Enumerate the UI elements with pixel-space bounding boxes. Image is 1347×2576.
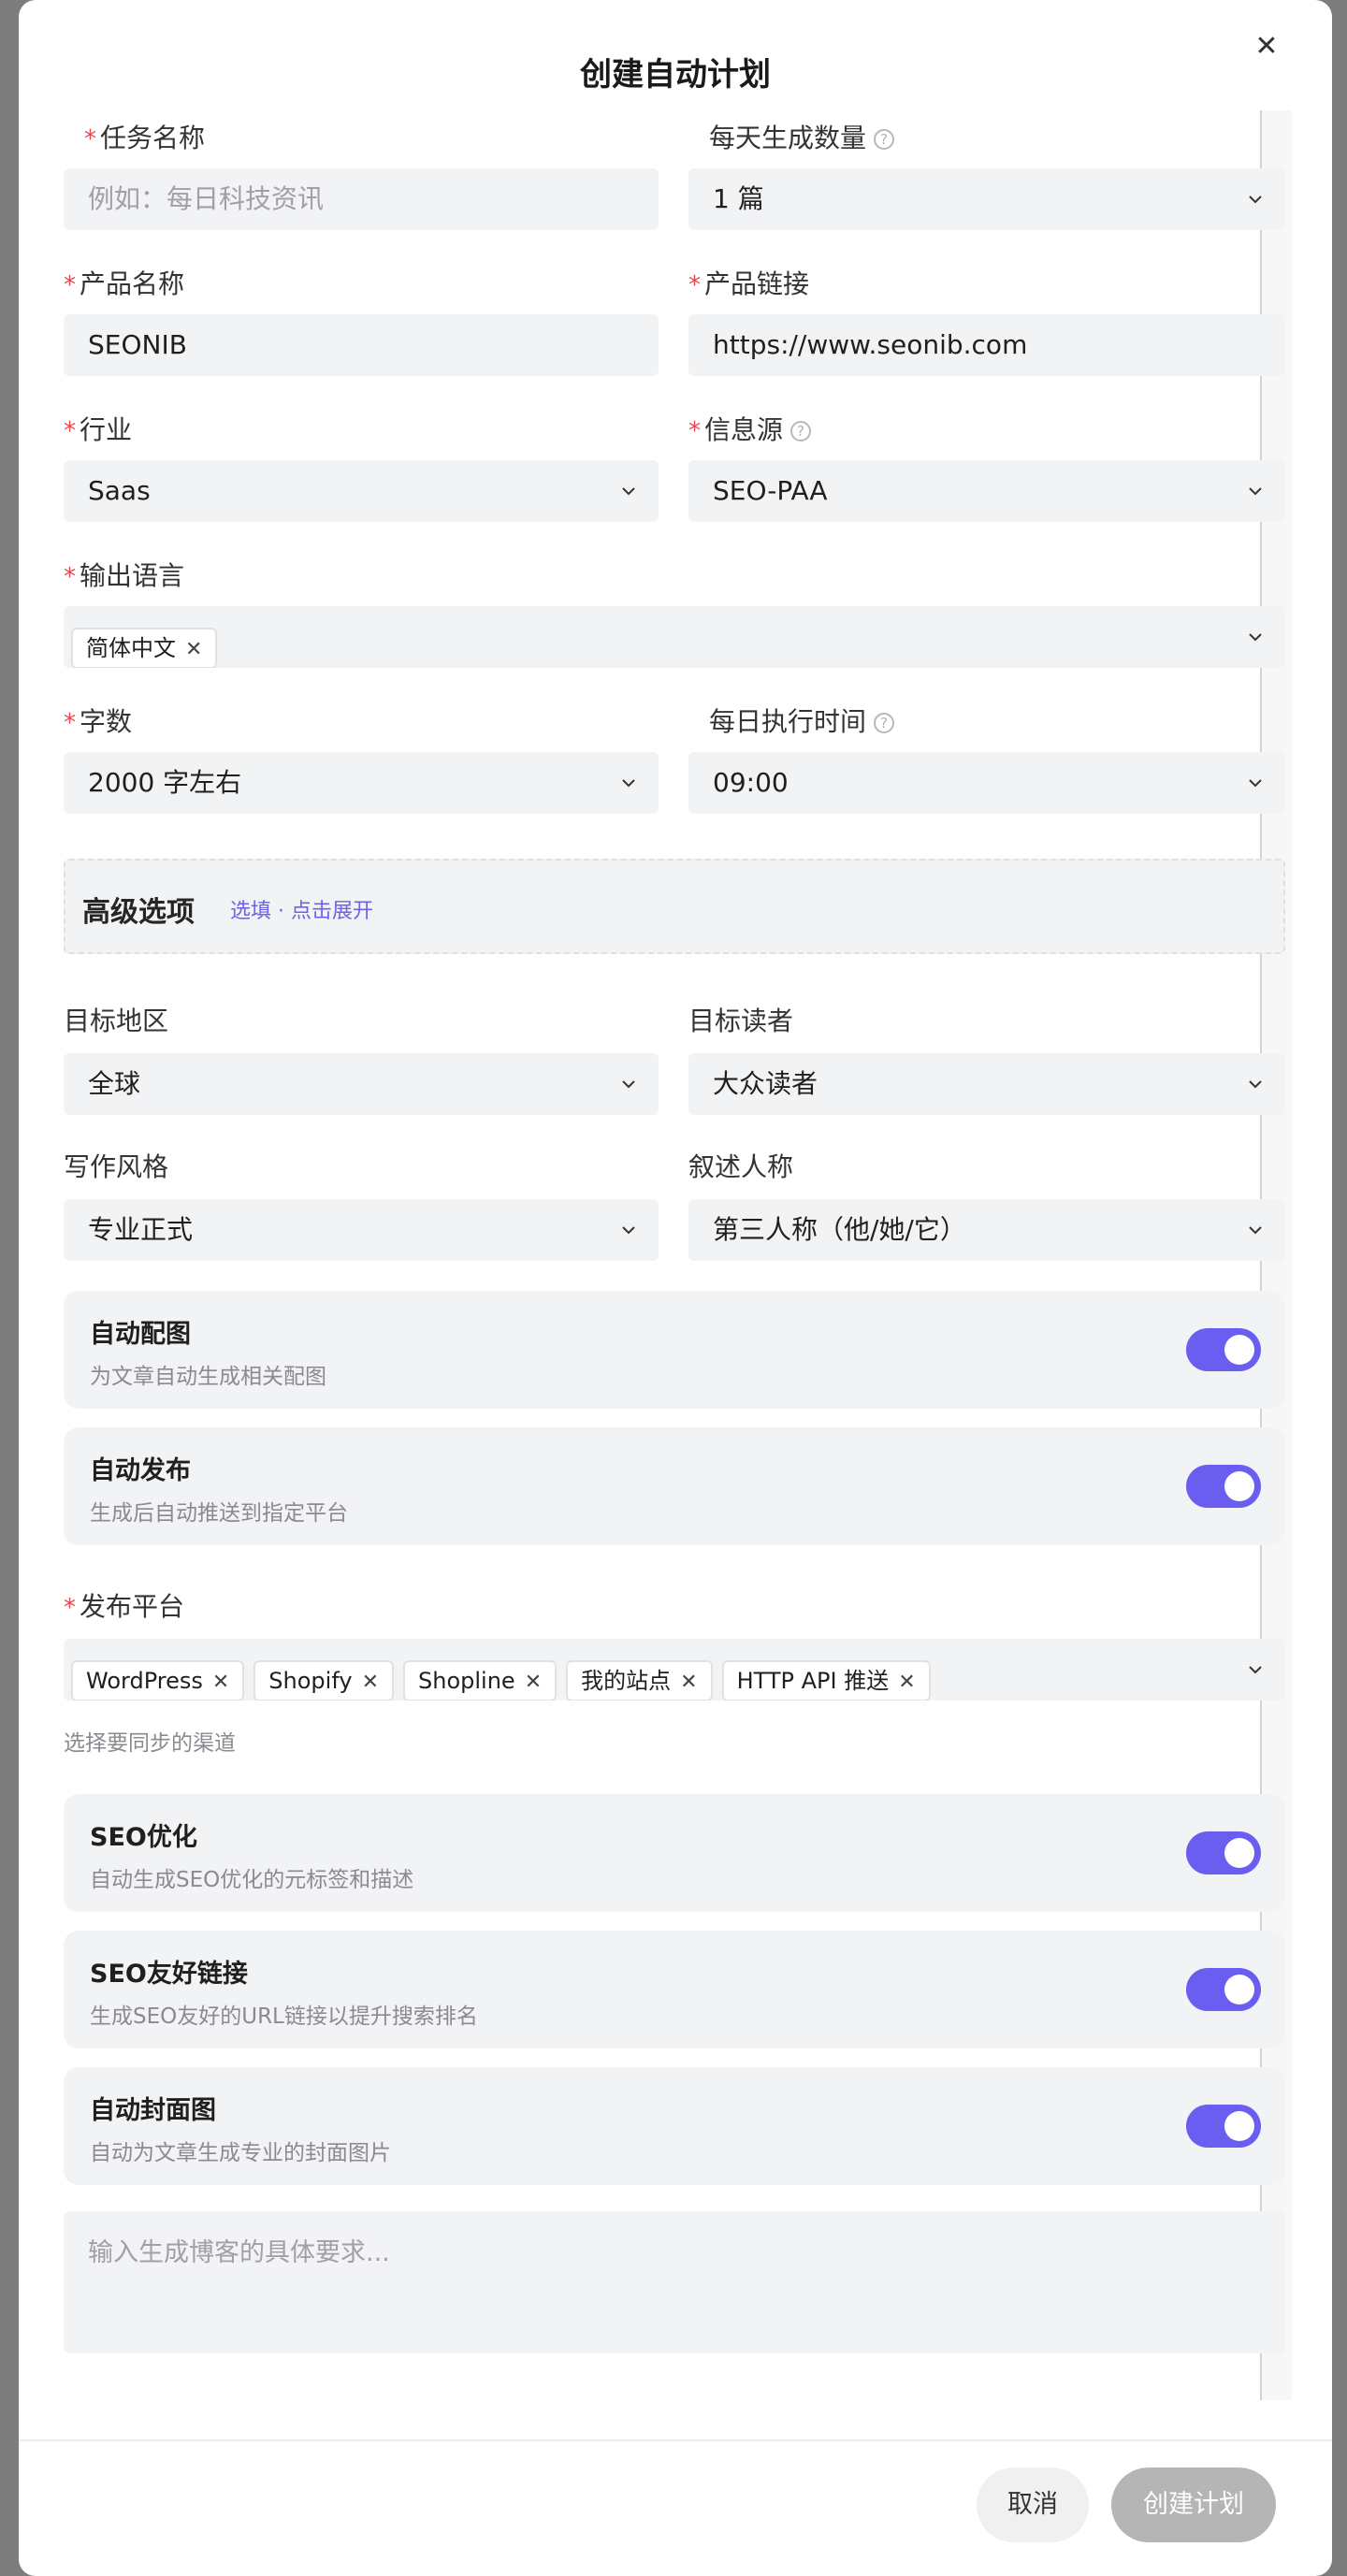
create-plan-button[interactable]: 创建计划	[1111, 2467, 1276, 2542]
toggle-subtitle: 生成SEO友好的URL链接以提升搜索排名	[90, 2004, 478, 2029]
chevron-down-icon	[1246, 1199, 1265, 1261]
help-icon: ?	[874, 713, 895, 733]
remove-tag-icon: ✕	[185, 638, 203, 661]
platform-tag[interactable]: Shopify ✕	[253, 1660, 394, 1700]
publish-hint: 选择要同步的渠道	[64, 1731, 236, 1756]
toggle-card-cover: 自动封面图 自动为文章生成专业的封面图片	[64, 2067, 1285, 2185]
platform-tag[interactable]: 我的站点 ✕	[566, 1660, 713, 1700]
chevron-down-icon	[1246, 168, 1265, 230]
chevron-down-icon	[619, 1199, 638, 1261]
close-icon[interactable]: ✕	[1248, 28, 1285, 65]
toggle-title: 自动发布	[90, 1456, 191, 1485]
target-region-select[interactable]: 全球	[64, 1053, 659, 1115]
chevron-down-icon	[619, 752, 638, 814]
remove-tag-icon: ✕	[524, 1671, 543, 1694]
toggle-subtitle: 为文章自动生成相关配图	[90, 1365, 326, 1389]
writing-style-select[interactable]: 专业正式	[64, 1199, 659, 1261]
advanced-hint[interactable]: 选填 · 点击展开	[230, 894, 373, 924]
daily-time-select[interactable]: 09:00	[688, 752, 1285, 814]
industry-label: * 行业	[64, 414, 133, 445]
toggle-title: SEO友好链接	[90, 1960, 248, 1989]
target-reader-label: 目标读者	[688, 1006, 794, 1036]
publish-platform-select[interactable]: WordPress ✕ Shopify ✕ Shopline ✕ 我的站点 ✕ HTTP API…	[64, 1639, 1285, 1700]
source-select[interactable]: SEO-PAA	[688, 460, 1285, 522]
toggle-card-seo: SEO优化 自动生成SEO优化的元标签和描述	[64, 1794, 1285, 1912]
output-language-label: * 输出语言	[64, 560, 185, 591]
create-plan-dialog: 创建自动计划 ✕ * 任务名称 每天生成数量? 例如：每日科技资讯 1 篇 * 产品…	[19, 0, 1332, 2576]
requirements-textarea[interactable]: 输入生成博客的具体要求...	[64, 2211, 1285, 2353]
word-count-select[interactable]: 2000 字左右	[64, 752, 659, 814]
task-name-label: * 任务名称	[84, 123, 206, 153]
chevron-down-icon	[619, 1053, 638, 1115]
toggle-card-auto-image: 自动配图 为文章自动生成相关配图	[64, 1291, 1285, 1409]
chevron-down-icon	[619, 460, 638, 522]
target-reader-select[interactable]: 大众读者	[688, 1053, 1285, 1115]
toggle-title: 自动配图	[90, 1320, 191, 1349]
daily-time-label: 每日执行时间?	[709, 702, 895, 739]
auto-publish-switch[interactable]	[1186, 1465, 1261, 1508]
dialog-title: 创建自动计划	[580, 56, 771, 94]
source-label: * 信息源?	[688, 410, 812, 447]
product-name-input[interactable]: SEONIB	[64, 314, 659, 376]
product-name-label: * 产品名称	[64, 268, 185, 299]
seo-switch[interactable]	[1186, 1831, 1261, 1874]
target-region-label: 目标地区	[64, 1006, 169, 1036]
publish-platform-label: * 发布平台	[64, 1591, 185, 1622]
remove-tag-icon: ✕	[211, 1671, 230, 1694]
help-icon: ?	[874, 129, 895, 150]
daily-count-label: 每天生成数量?	[709, 118, 895, 155]
toggle-card-auto-publish: 自动发布 生成后自动推送到指定平台	[64, 1427, 1285, 1545]
toggle-subtitle: 生成后自动推送到指定平台	[90, 1501, 348, 1526]
toggle-card-seo-link: SEO友好链接 生成SEO友好的URL链接以提升搜索排名	[64, 1931, 1285, 2048]
seo-link-switch[interactable]	[1186, 1968, 1261, 2011]
remove-tag-icon: ✕	[680, 1671, 698, 1694]
language-tag[interactable]: 简体中文 ✕	[71, 628, 218, 668]
platform-tag[interactable]: WordPress ✕	[71, 1660, 245, 1700]
chevron-down-icon	[1246, 606, 1265, 668]
daily-count-select[interactable]: 1 篇	[688, 168, 1285, 230]
platform-tag[interactable]: Shopline ✕	[403, 1660, 558, 1700]
product-link-label: * 产品链接	[688, 268, 810, 299]
remove-tag-icon: ✕	[898, 1671, 916, 1694]
advanced-options-toggle[interactable]: 高级选项 选填 · 点击展开	[64, 859, 1285, 954]
toggle-subtitle: 自动生成SEO优化的元标签和描述	[90, 1868, 414, 1892]
help-icon: ?	[790, 421, 812, 441]
auto-image-switch[interactable]	[1186, 1328, 1261, 1371]
word-count-label: * 字数	[64, 706, 133, 737]
chevron-down-icon	[1246, 460, 1265, 522]
cancel-button[interactable]: 取消	[977, 2467, 1089, 2542]
toggle-subtitle: 自动为文章生成专业的封面图片	[90, 2141, 391, 2165]
toggle-title: 自动封面图	[90, 2096, 216, 2125]
advanced-title: 高级选项	[82, 896, 195, 929]
cover-switch[interactable]	[1186, 2105, 1261, 2148]
platform-tag[interactable]: HTTP API 推送 ✕	[721, 1660, 931, 1700]
writing-style-label: 写作风格	[64, 1151, 169, 1182]
chevron-down-icon	[1246, 752, 1265, 814]
dialog-footer: 取消 创建计划	[19, 2439, 1332, 2576]
industry-select[interactable]: Saas	[64, 460, 659, 522]
product-link-input[interactable]: https://www.seonib.com	[688, 314, 1285, 376]
output-language-select[interactable]: 简体中文 ✕	[64, 606, 1285, 668]
task-name-input[interactable]: 例如：每日科技资讯	[64, 168, 659, 230]
narrator-select[interactable]: 第三人称（他/她/它）	[688, 1199, 1285, 1261]
toggle-title: SEO优化	[90, 1823, 197, 1852]
remove-tag-icon: ✕	[361, 1671, 379, 1694]
chevron-down-icon	[1246, 1053, 1265, 1115]
narrator-label: 叙述人称	[688, 1151, 794, 1182]
chevron-down-icon	[1246, 1639, 1265, 1700]
